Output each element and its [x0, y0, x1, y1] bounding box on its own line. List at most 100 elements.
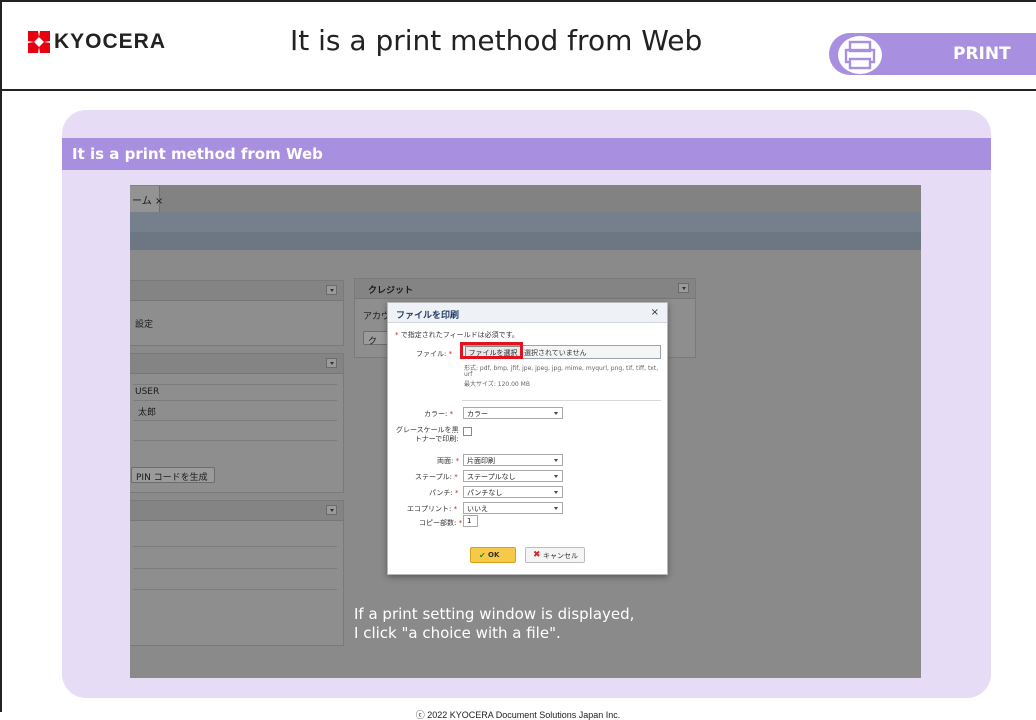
credit-button-label: ク [368, 337, 378, 347]
logo-text: KYOCERA [54, 30, 167, 53]
file-status-text: 選択されていません [524, 349, 587, 357]
app-sub-nav-bar [130, 232, 921, 250]
row-divider [133, 440, 337, 441]
chevron-down-icon [554, 491, 558, 494]
close-icon[interactable]: × [651, 307, 659, 318]
generate-pin-button[interactable]: PIN コードを生成 [131, 467, 215, 483]
highlight-box [460, 342, 523, 359]
card-header [130, 281, 343, 301]
caption-line-1: If a print setting window is displayed, [354, 605, 635, 623]
grayscale-label-line2: トナーで印刷: [414, 435, 459, 443]
color-label: カラー: * [424, 409, 453, 419]
chevron-down-icon [554, 412, 558, 415]
row-divider [133, 384, 337, 385]
frame-left-border [0, 0, 2, 712]
instruction-caption: If a print setting window is displayed, … [354, 605, 634, 643]
dialog-title-bar: ファイルを印刷 × [388, 303, 667, 323]
required-mark: * [454, 473, 458, 481]
header-divider [0, 89, 1036, 91]
collapse-icon[interactable] [326, 358, 337, 368]
print-badge-label: PRINT [953, 44, 1011, 64]
list-card [130, 500, 344, 646]
file-formats: 形式: pdf, bmp, jfif, jpe, jpeg, jpg, mime… [464, 365, 659, 372]
file-label: ファイル: * [416, 349, 452, 359]
required-mark: * [458, 519, 463, 527]
punch-label: パンチ: * [429, 488, 458, 498]
punch-select[interactable]: パンチなし [463, 486, 563, 498]
caption-line-2: I click "a choice with a file". [354, 624, 561, 642]
file-formats-cont: urf [464, 371, 473, 378]
app-nav-bar [130, 212, 921, 232]
staple-label-text: ステープル: [415, 473, 452, 481]
row-divider [133, 589, 337, 590]
copies-label: コピー部数: * [419, 518, 462, 528]
ok-button[interactable]: ✔ OK [470, 547, 516, 563]
credit-account-text: アカウ [363, 312, 391, 322]
print-file-dialog: ファイルを印刷 × * で指定されたフィールドは必須です。 ファイル: * ファ… [387, 302, 668, 575]
user-card: USER 太郎 PIN コードを生成 [130, 353, 344, 493]
row-divider [133, 546, 337, 547]
duplex-value: 片面印刷 [467, 457, 495, 465]
grayscale-label-line1: グレースケールを黒 [396, 426, 459, 434]
grayscale-checkbox[interactable] [463, 427, 472, 436]
close-icon: ✖ [533, 550, 541, 560]
browser-tab-bar: ーム × [130, 185, 921, 212]
card-text: 設定 [135, 320, 154, 330]
row-divider [133, 400, 337, 401]
color-label-text: カラー: [424, 410, 448, 418]
required-mark: * [448, 350, 453, 358]
collapse-icon[interactable] [326, 285, 337, 295]
copies-input[interactable]: 1 [463, 515, 478, 527]
chevron-down-icon [554, 459, 558, 462]
dialog-separator [462, 400, 661, 401]
max-size: 最大サイズ: 120.00 MB [464, 381, 530, 388]
ecoprint-label: エコプリント: * [407, 504, 457, 514]
required-note-text: で指定されたフィールドは必須です。 [400, 331, 519, 339]
kyocera-mark-icon [28, 31, 50, 53]
duplex-select[interactable]: 片面印刷 [463, 454, 563, 466]
required-mark: * [449, 410, 454, 418]
chevron-down-icon [554, 475, 558, 478]
staple-select[interactable]: ステープルなし [463, 470, 563, 482]
credit-button[interactable]: ク [363, 331, 389, 347]
required-mark: * [455, 457, 460, 465]
card-header [130, 501, 343, 521]
staple-value: ステープルなし [467, 473, 516, 481]
credit-title: クレジット [368, 286, 414, 296]
chevron-down-icon [554, 507, 558, 510]
kyocera-logo: KYOCERA [28, 30, 166, 54]
duplex-label: 両面: * [437, 456, 459, 466]
pin-button-label: PIN コードを生成 [136, 473, 208, 483]
duplex-label-text: 両面: [437, 457, 454, 465]
required-mark: * [453, 505, 458, 513]
punch-label-text: パンチ: [429, 489, 453, 497]
card-header [130, 354, 343, 374]
frame-top-border [0, 0, 1036, 2]
file-label-text: ファイル: [416, 350, 447, 358]
grayscale-label: グレースケールを黒 トナーで印刷: [396, 426, 459, 444]
copyright-footer: ⓒ 2022 KYOCERA Document Solutions Japan … [415, 710, 621, 720]
copies-label-text: コピー部数: [419, 519, 457, 527]
required-mark: * [395, 331, 399, 339]
dialog-title: ファイルを印刷 [396, 311, 460, 321]
punch-value: パンチなし [467, 489, 503, 497]
collapse-icon[interactable] [678, 283, 689, 293]
printer-icon [838, 36, 882, 74]
user-name: 太郎 [138, 408, 157, 418]
ok-button-label: OK [488, 551, 500, 559]
slide: KYOCERA It is a print method from Web PR… [0, 0, 1036, 720]
ecoprint-value: いいえ [467, 505, 488, 513]
required-note: * で指定されたフィールドは必須です。 [395, 330, 519, 340]
staple-label: ステープル: * [415, 472, 458, 482]
browser-tab[interactable]: ーム × [130, 186, 163, 212]
slide-title: It is a print method from Web [290, 24, 703, 57]
color-select[interactable]: カラー [463, 407, 563, 419]
panel-title: It is a print method from Web [72, 145, 323, 163]
cancel-button[interactable]: ✖ キャンセル [525, 547, 585, 563]
row-divider [133, 420, 337, 421]
required-mark: * [454, 489, 459, 497]
collapse-icon[interactable] [326, 505, 337, 515]
settings-card: 設定 [130, 280, 344, 346]
check-icon: ✔ [479, 551, 486, 560]
ecoprint-select[interactable]: いいえ [463, 502, 563, 514]
